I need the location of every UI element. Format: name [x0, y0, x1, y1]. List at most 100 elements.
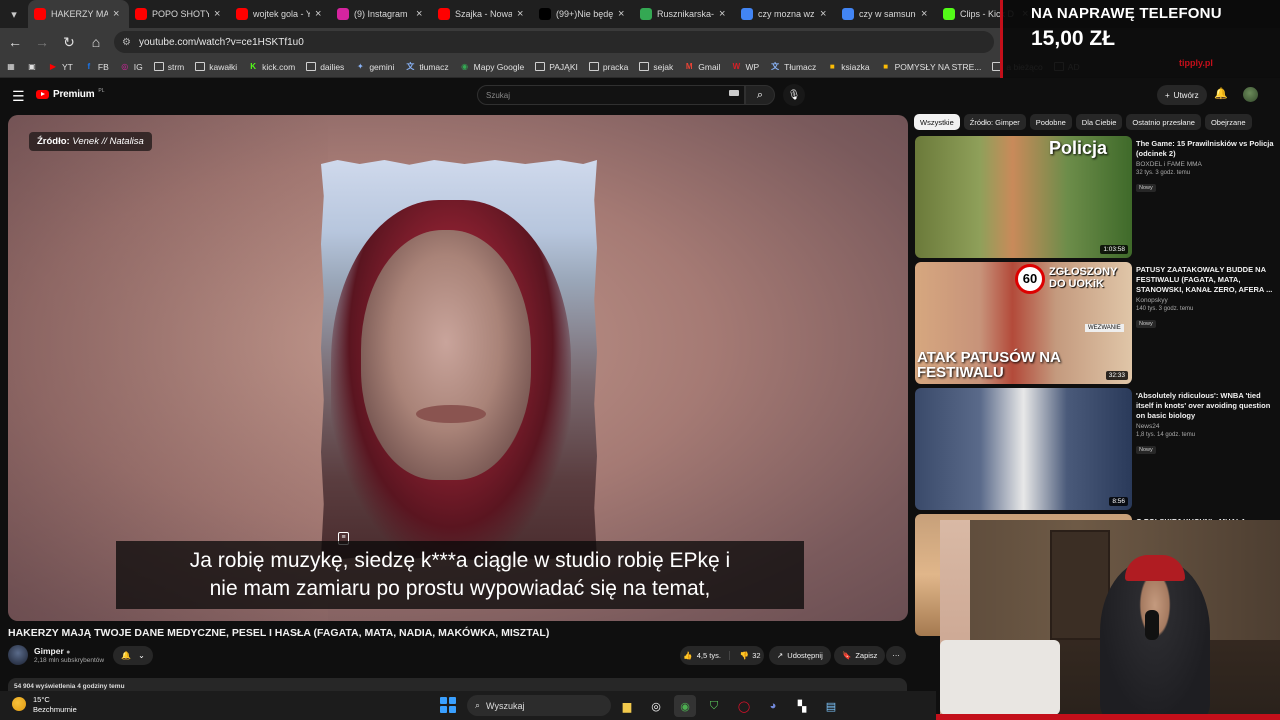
- google-icon: ■: [829, 62, 835, 71]
- recommended-video-info: PATUSY ZAATAKOWAŁY BUDDE NA FESTIWALU (F…: [1136, 265, 1274, 330]
- tab-close-icon[interactable]: ×: [921, 8, 931, 20]
- share-button[interactable]: ↗ Udostępnij: [769, 646, 831, 665]
- recommended-channel-name[interactable]: BOXDEL i FAME MMA: [1136, 161, 1274, 168]
- file-explorer-icon[interactable]: ▆: [616, 695, 638, 717]
- keyboard-icon[interactable]: [729, 90, 739, 96]
- video-thumbnail[interactable]: Policja 1:03:58: [915, 136, 1132, 258]
- like-button[interactable]: 👍 4,5 tys.: [683, 651, 730, 660]
- filter-chip[interactable]: Ostatnio przesłane: [1126, 114, 1201, 130]
- bookmark-item[interactable]: f FB: [84, 62, 109, 72]
- description-box[interactable]: 54 904 wyświetlenia 4 godziny temu: [8, 678, 907, 692]
- subscription-bell-button[interactable]: 🔔 ⌄: [113, 646, 153, 665]
- recommended-channel-name[interactable]: Konopskyy: [1136, 297, 1274, 304]
- bookmark-item[interactable]: ■ POMYSŁY NA STRE...: [881, 62, 981, 72]
- recommended-video[interactable]: 8:56 'Absolutely ridiculous': WNBA 'tied …: [915, 388, 1275, 510]
- search-button[interactable]: ⌕: [745, 85, 775, 105]
- browser-tab[interactable]: czy w samsung ×: [836, 0, 937, 28]
- forward-button[interactable]: →: [30, 30, 54, 54]
- tab-close-icon[interactable]: ×: [719, 8, 729, 20]
- save-button[interactable]: 🔖 Zapisz: [834, 646, 886, 665]
- discord-icon[interactable]: ◕: [762, 695, 784, 717]
- filter-chip[interactable]: Źródło: Gimper: [963, 114, 1026, 130]
- notepad-icon[interactable]: ▤: [820, 695, 842, 717]
- filter-chip[interactable]: Obejrzane: [1204, 114, 1252, 130]
- reading-list-button[interactable]: ▣: [27, 62, 37, 71]
- bookmark-item[interactable]: Kkick.com: [248, 62, 295, 72]
- menu-icon[interactable]: ☰: [12, 88, 25, 105]
- browser-tab[interactable]: czy mozna wzi ×: [735, 0, 836, 28]
- bookmark-item[interactable]: W WP: [731, 62, 759, 72]
- video-subject-face: [361, 230, 531, 480]
- bookmark-item[interactable]: ■ ksiazka: [827, 62, 870, 72]
- vpn-shield-icon[interactable]: ⛉: [703, 695, 725, 717]
- account-avatar[interactable]: [1243, 87, 1258, 102]
- channel-name-text[interactable]: Gimper: [34, 646, 64, 656]
- recommended-video-title[interactable]: PATUSY ZAATAKOWAŁY BUDDE NA FESTIWALU (F…: [1136, 265, 1274, 295]
- search-input[interactable]: Szukaj: [477, 85, 745, 105]
- browser-tab[interactable]: (9) Instagram ×: [331, 0, 432, 28]
- create-button[interactable]: + Utwórz: [1157, 85, 1207, 105]
- video-thumbnail[interactable]: ZGŁOSZONY DO UOKiK 60 WEZWANIE ATAK PATUSÓW…: [915, 262, 1132, 384]
- video-thumbnail[interactable]: 8:56: [915, 388, 1132, 510]
- chrome-icon[interactable]: ◉: [674, 695, 696, 717]
- tab-close-icon[interactable]: ×: [315, 8, 325, 20]
- weather-temperature[interactable]: 15°C: [33, 695, 50, 704]
- browser-tab[interactable]: POPO SHOTY - ×: [129, 0, 230, 28]
- channel-name[interactable]: Gimper ●: [34, 646, 70, 656]
- bookmark-item[interactable]: ◉ Mapy Google: [460, 62, 524, 72]
- bookmark-item[interactable]: kawałki: [195, 62, 237, 72]
- browser-tab[interactable]: (99+)Nie będę ×: [533, 0, 634, 28]
- voice-search-button[interactable]: 🎙: [783, 84, 805, 106]
- more-actions-button[interactable]: ⋯: [886, 646, 906, 665]
- bookmark-item[interactable]: PAJĄKI: [535, 62, 578, 72]
- bookmark-item[interactable]: sejak: [639, 62, 673, 72]
- bookmark-item[interactable]: pracka: [588, 62, 628, 72]
- filter-chip[interactable]: Podobne: [1029, 114, 1072, 130]
- filter-chip[interactable]: Dla Ciebie: [1075, 114, 1123, 130]
- bookmark-item[interactable]: ✦ gemini: [355, 62, 394, 72]
- recommended-channel-name[interactable]: News24: [1136, 423, 1274, 430]
- recommended-video[interactable]: Policja 1:03:58 The Game: 15 Prawilniskiów…: [915, 136, 1275, 258]
- opera-icon[interactable]: ◯: [733, 695, 755, 717]
- bookmark-item[interactable]: dailies: [306, 62, 344, 72]
- recommended-video[interactable]: ZGŁOSZONY DO UOKiK 60 WEZWANIE ATAK PATUSÓW…: [915, 262, 1275, 384]
- weather-sun-icon[interactable]: [12, 697, 26, 711]
- back-button[interactable]: ←: [3, 30, 27, 54]
- browser-tab[interactable]: Rusznikarska-D ×: [634, 0, 735, 28]
- weather-description[interactable]: Bezchmurnie: [33, 705, 77, 714]
- bookmark-item[interactable]: M Gmail: [684, 62, 721, 72]
- browser-tab[interactable]: Szajka - Nowa ×: [432, 0, 533, 28]
- address-bar[interactable]: ⚙ youtube.com/watch?v=ce1HSKTf1u0: [114, 31, 994, 53]
- bookmark-item[interactable]: ▶ YT: [48, 62, 73, 72]
- taskbar-search[interactable]: ⌕ Wyszukaj: [467, 695, 611, 716]
- bookmark-item[interactable]: strm: [153, 62, 184, 72]
- recommended-video-title[interactable]: The Game: 15 Prawilniskiów vs Policja (o…: [1136, 139, 1274, 159]
- bookmark-item[interactable]: 文 Tłumacz: [770, 62, 816, 72]
- url-text[interactable]: youtube.com/watch?v=ce1HSKTf1u0: [139, 37, 304, 48]
- tab-close-icon[interactable]: ×: [113, 8, 123, 20]
- dislike-button[interactable]: 👎 32: [734, 651, 761, 660]
- home-button[interactable]: ⌂: [84, 30, 108, 54]
- tab-close-icon[interactable]: ×: [618, 8, 628, 20]
- recommended-video-title[interactable]: 'Absolutely ridiculous': WNBA 'tied itse…: [1136, 391, 1274, 421]
- tab-close-icon[interactable]: ×: [416, 8, 426, 20]
- tab-close-icon[interactable]: ×: [820, 8, 830, 20]
- channel-avatar[interactable]: [8, 645, 28, 665]
- obs-icon[interactable]: ◎: [645, 695, 667, 717]
- youtube-logo[interactable]: Premium PL: [36, 88, 105, 100]
- tab-list-chevron-icon[interactable]: ▾: [0, 0, 28, 28]
- tab-close-icon[interactable]: ×: [214, 8, 224, 20]
- apps-button[interactable]: ▦: [6, 62, 16, 71]
- notifications-bell-icon[interactable]: 🔔: [1214, 87, 1228, 100]
- reload-button[interactable]: ↻: [57, 30, 81, 54]
- start-button[interactable]: [440, 697, 456, 713]
- browser-tab[interactable]: wojtek gola - Y ×: [230, 0, 331, 28]
- browser-tab[interactable]: HAKERZY MAJĄ ×: [28, 0, 129, 28]
- bookmark-item[interactable]: 文 tłumacz: [405, 62, 448, 72]
- site-info-icon[interactable]: ⚙: [122, 37, 131, 48]
- video-player[interactable]: Źródło: Venek // Natalisa ≡ Ja robię muz…: [8, 115, 908, 621]
- filter-chip[interactable]: Wszystkie: [914, 114, 960, 130]
- tab-close-icon[interactable]: ×: [517, 8, 527, 20]
- widgets-icon[interactable]: ▚: [791, 695, 813, 717]
- bookmark-item[interactable]: ◎ IG: [120, 62, 142, 72]
